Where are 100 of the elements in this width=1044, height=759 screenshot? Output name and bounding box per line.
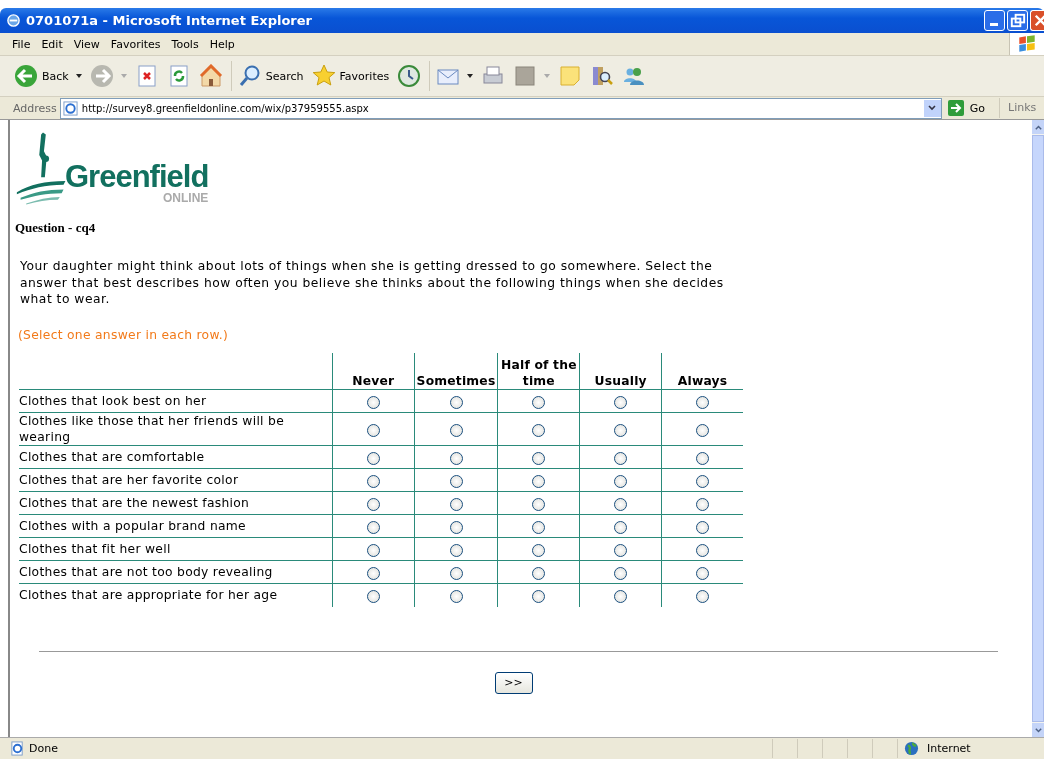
radio-button[interactable] — [696, 566, 710, 580]
window-title: 0701071a - Microsoft Internet Explorer — [26, 13, 313, 28]
radio-button[interactable] — [614, 474, 628, 488]
radio-button[interactable] — [366, 423, 380, 437]
radio-button[interactable] — [532, 474, 546, 488]
radio-button[interactable] — [449, 423, 463, 437]
menu-item[interactable]: Tools — [171, 37, 199, 51]
radio-button[interactable] — [532, 423, 546, 437]
radio-button[interactable] — [614, 423, 628, 437]
history-button[interactable] — [397, 64, 422, 88]
radio-button[interactable] — [696, 395, 710, 409]
chevron-down-icon — [1033, 725, 1043, 735]
logo-tagline: ONLINE — [163, 192, 209, 204]
links-button[interactable]: Links — [1000, 97, 1044, 119]
status-text: Done — [29, 742, 58, 755]
caret-icon — [544, 74, 551, 78]
radio-button[interactable] — [532, 520, 546, 534]
search-button[interactable]: Search — [237, 64, 304, 88]
radio-button[interactable] — [614, 566, 628, 580]
radio-button[interactable] — [696, 423, 710, 437]
row-label: Clothes that are not too body revealing — [19, 560, 333, 584]
back-button[interactable]: Back — [14, 64, 82, 88]
note-icon — [558, 64, 583, 88]
address-field[interactable]: http://survey8.greenfieldonline.com/wix/p37959555.aspx — [59, 97, 942, 119]
row-label: Clothes that look best on her — [19, 389, 333, 413]
instruction-text: (Select one answer in each row.) — [18, 327, 229, 342]
minimize-button[interactable] — [984, 10, 1005, 31]
radio-button[interactable] — [696, 497, 710, 511]
radio-button[interactable] — [532, 566, 546, 580]
radio-button[interactable] — [366, 451, 380, 465]
row-label: Clothes with a popular brand name — [19, 514, 333, 538]
column-header: Never — [332, 352, 415, 390]
radio-button[interactable] — [449, 451, 463, 465]
clock-icon — [397, 64, 422, 88]
radio-button[interactable] — [696, 589, 710, 603]
radio-button[interactable] — [449, 395, 463, 409]
question-text: Your daughter might think about lots of things when she is getting dressed to go somewhere. Select the answer that best describes how often you believe she thinks about the following things when she decides what to wear. — [20, 258, 725, 308]
radio-button[interactable] — [449, 497, 463, 511]
home-button[interactable] — [198, 64, 223, 88]
radio-button[interactable] — [614, 520, 628, 534]
question-label: Question - cq4 — [15, 220, 97, 236]
radio-button[interactable] — [366, 566, 380, 580]
restore-button[interactable] — [1007, 10, 1028, 31]
radio-button[interactable] — [614, 543, 628, 557]
radio-button[interactable] — [449, 543, 463, 557]
radio-button[interactable] — [614, 589, 628, 603]
next-button[interactable]: >> — [494, 671, 533, 694]
radio-button[interactable] — [449, 589, 463, 603]
row-label: Clothes that are appropriate for her age — [19, 583, 333, 607]
page-icon — [10, 741, 25, 756]
globe-icon — [904, 741, 919, 756]
menu-item[interactable]: Edit — [41, 37, 63, 51]
research-button[interactable] — [590, 64, 615, 88]
scroll-down-button[interactable] — [1032, 723, 1044, 737]
row-label: Clothes like those that her friends will be wearing — [19, 412, 333, 446]
radio-button[interactable] — [366, 543, 380, 557]
radio-button[interactable] — [532, 497, 546, 511]
radio-button[interactable] — [532, 395, 546, 409]
row-label: Clothes that are comfortable — [19, 445, 333, 469]
radio-button[interactable] — [696, 474, 710, 488]
radio-button[interactable] — [532, 589, 546, 603]
radio-button[interactable] — [449, 520, 463, 534]
go-button[interactable]: Go — [941, 98, 1000, 118]
radio-button[interactable] — [449, 566, 463, 580]
radio-button[interactable] — [532, 543, 546, 557]
scroll-up-button[interactable] — [1032, 120, 1044, 134]
chevron-down-icon — [927, 103, 938, 113]
dropdown-button[interactable] — [923, 99, 941, 117]
radio-button[interactable] — [366, 497, 380, 511]
radio-button[interactable] — [614, 451, 628, 465]
radio-button[interactable] — [366, 520, 380, 534]
caret-icon — [120, 74, 127, 78]
logo-name: Greenfield — [65, 162, 209, 192]
radio-button[interactable] — [696, 520, 710, 534]
radio-button[interactable] — [366, 589, 380, 603]
menu-item[interactable]: Help — [209, 37, 235, 51]
caret-icon — [467, 74, 474, 78]
radio-button[interactable] — [614, 497, 628, 511]
radio-button[interactable] — [696, 543, 710, 557]
column-header: Sometimes — [414, 352, 498, 390]
address-label: Address — [13, 101, 57, 115]
menu-item[interactable]: File — [12, 37, 31, 51]
row-label: Clothes that fit her well — [19, 537, 333, 561]
edit-button[interactable] — [513, 64, 551, 88]
radio-button[interactable] — [614, 395, 628, 409]
zone-text: Internet — [927, 742, 971, 755]
row-label: Clothes that are the newest fashion — [19, 491, 333, 515]
square-icon — [513, 64, 538, 88]
radio-button[interactable] — [366, 395, 380, 409]
radio-button[interactable] — [696, 451, 710, 465]
menu-item[interactable]: Favorites — [110, 37, 161, 51]
close-button[interactable] — [1030, 10, 1044, 31]
column-header: Half of the time — [497, 352, 580, 390]
menu-item[interactable]: View — [73, 37, 100, 51]
search-icon — [237, 64, 262, 88]
house-icon — [198, 64, 223, 88]
radio-button[interactable] — [449, 474, 463, 488]
radio-button[interactable] — [532, 451, 546, 465]
favorites-button[interactable]: Favorites — [311, 64, 390, 88]
radio-button[interactable] — [366, 474, 380, 488]
